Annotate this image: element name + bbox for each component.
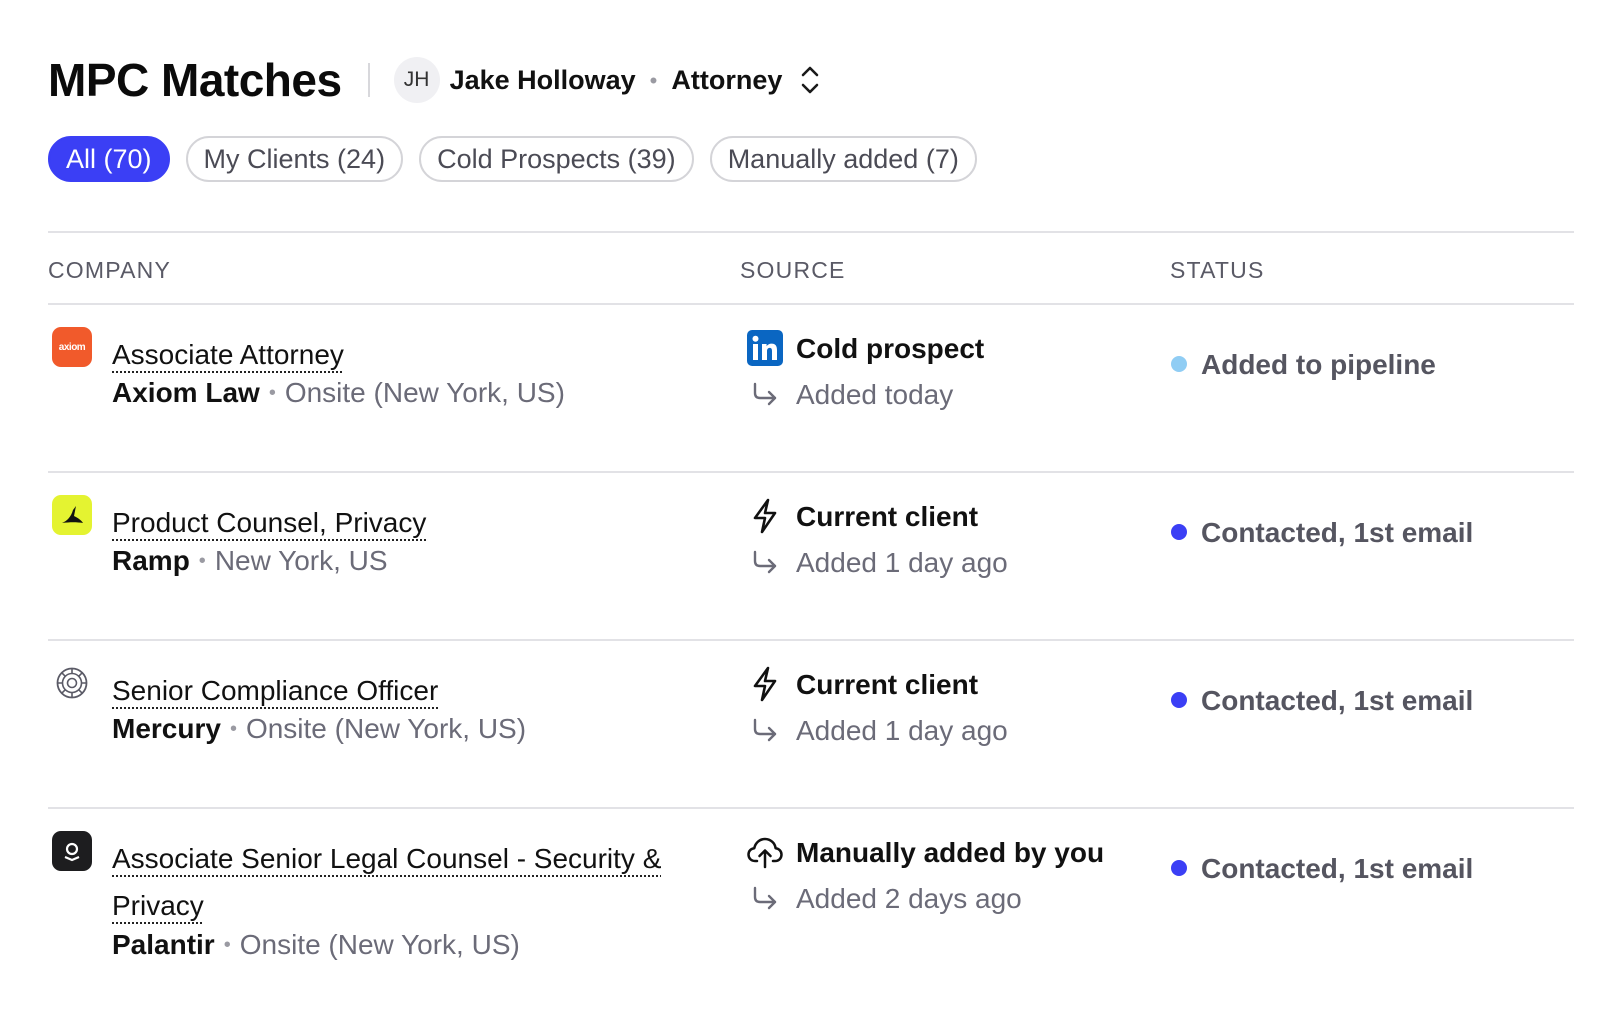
job-location: Onsite (New York, US)	[239, 929, 520, 960]
separator-dot: •	[198, 550, 206, 572]
return-arrow-icon	[750, 883, 780, 913]
company-line: Ramp • New York, US	[112, 541, 388, 584]
status-label: Added to pipeline	[1201, 349, 1436, 380]
return-arrow-icon	[750, 547, 780, 577]
linkedin-icon	[746, 329, 784, 367]
page: MPC Matches JH Jake Holloway • Attorney …	[0, 0, 1606, 1024]
separator-dot: •	[229, 718, 237, 740]
status-dot	[1171, 356, 1187, 372]
table-row[interactable]: axiom Associate Attorney Axiom Law • Onsit…	[48, 305, 1574, 473]
tab-all[interactable]: All (70)	[48, 136, 170, 182]
source-label: Cold prospect	[796, 333, 985, 364]
column-header-source: SOURCE	[740, 257, 846, 283]
chevron-up-down-icon[interactable]	[798, 63, 822, 97]
header-divider	[367, 63, 370, 97]
company-name: Ramp	[112, 545, 190, 576]
job-location: New York, US	[214, 545, 388, 576]
company-name: Palantir	[112, 929, 215, 960]
separator-dot: •	[268, 382, 276, 404]
company-name: Axiom Law	[112, 377, 260, 408]
job-location: Onsite (New York, US)	[284, 377, 565, 408]
company-line: Mercury • Onsite (New York, US)	[112, 709, 526, 752]
table-header: COMPANY SOURCE STATUS	[48, 231, 1574, 305]
tab-cold-prospects[interactable]: Cold Prospects (39)	[419, 136, 694, 182]
tab-my-clients[interactable]: My Clients (24)	[185, 136, 404, 182]
matches-table: COMPANY SOURCE STATUS axiom Associate At…	[48, 231, 1574, 1023]
column-header-company: COMPANY	[48, 257, 171, 283]
company-line: Palantir • Onsite (New York, US)	[112, 925, 520, 968]
table-row[interactable]: Product Counsel, Privacy Ramp • New York, …	[48, 473, 1574, 641]
separator-dot: •	[223, 934, 231, 956]
axiom-logo-text: axiom	[58, 341, 86, 353]
axiom-logo: axiom	[52, 327, 92, 367]
status-dot	[1171, 860, 1187, 876]
tab-manually-added[interactable]: Manually added (7)	[709, 136, 977, 182]
return-arrow-icon	[750, 715, 780, 745]
job-title-link[interactable]: Product Counsel, Privacy	[112, 499, 712, 546]
status-label: Contacted, 1st email	[1201, 517, 1474, 548]
ramp-logo	[52, 495, 92, 535]
lightning-icon	[746, 497, 784, 535]
added-time: Added 2 days ago	[796, 883, 1022, 914]
lightning-icon	[746, 665, 784, 703]
table-row[interactable]: Senior Compliance Officer Mercury • Onsite…	[48, 641, 1574, 809]
status-label: Contacted, 1st email	[1201, 685, 1474, 716]
cloud-upload-icon	[746, 833, 784, 871]
status-dot	[1171, 524, 1187, 540]
mercury-logo	[52, 663, 92, 703]
source-label: Current client	[796, 501, 979, 532]
return-arrow-icon	[750, 379, 780, 409]
status-dot	[1171, 692, 1187, 708]
source-label: Manually added by you	[796, 837, 1105, 868]
avatar[interactable]: JH	[393, 57, 440, 103]
added-time: Added 1 day ago	[796, 547, 1008, 578]
job-title-link[interactable]: Associate Attorney	[112, 331, 712, 378]
user-name: Jake Holloway	[449, 64, 636, 95]
page-title: MPC Matches	[48, 54, 342, 106]
palantir-logo	[52, 831, 92, 871]
column-header-status: STATUS	[1170, 257, 1265, 283]
company-line: Axiom Law • Onsite (New York, US)	[112, 373, 565, 416]
job-title-link[interactable]: Associate Senior Legal Counsel - Securit…	[112, 835, 712, 929]
job-title-link[interactable]: Senior Compliance Officer	[112, 667, 712, 714]
job-location: Onsite (New York, US)	[245, 713, 527, 744]
table-row[interactable]: Associate Senior Legal Counsel - Securit…	[48, 809, 1574, 1023]
company-name: Mercury	[112, 713, 221, 744]
user-role: Attorney	[671, 64, 783, 95]
filter-tabs: All (70) My Clients (24) Cold Prospects …	[48, 136, 977, 182]
added-time: Added today	[796, 379, 954, 410]
page-header: MPC Matches JH Jake Holloway • Attorney	[48, 50, 822, 110]
source-label: Current client	[796, 669, 979, 700]
separator-dot: •	[649, 68, 658, 93]
added-time: Added 1 day ago	[796, 715, 1008, 746]
status-label: Contacted, 1st email	[1201, 853, 1474, 884]
